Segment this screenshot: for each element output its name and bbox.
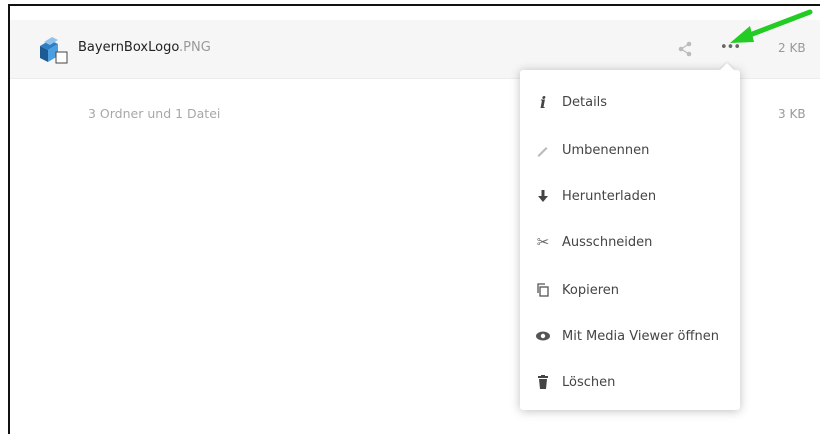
menu-item-label: Mit Media Viewer öffnen [562, 328, 719, 344]
menu-caret [720, 63, 734, 70]
summary-size: 3 KB [778, 107, 806, 121]
menu-item-details[interactable]: i Details [520, 80, 740, 124]
menu-item-delete[interactable]: Löschen [520, 360, 740, 404]
info-icon: i [539, 92, 547, 112]
menu-item-label: Löschen [562, 374, 616, 390]
folder-summary: 3 Ordner und 1 Datei [88, 106, 221, 121]
menu-item-download[interactable]: Herunterladen [520, 174, 740, 218]
pencil-icon [534, 141, 552, 159]
menu-item-label: Kopieren [562, 282, 619, 298]
menu-item-copy[interactable]: Kopieren [520, 268, 740, 312]
copy-icon [534, 281, 552, 299]
menu-item-label: Umbenennen [562, 142, 650, 158]
menu-item-rename[interactable]: Umbenennen [520, 128, 740, 172]
eye-icon [534, 327, 552, 345]
menu-item-label: Ausschneiden [562, 234, 653, 250]
file-extension: .PNG [179, 40, 211, 55]
menu-item-label: Herunterladen [562, 188, 657, 204]
image-file-icon [34, 32, 70, 68]
share-icon[interactable] [676, 40, 694, 58]
menu-item-media-viewer[interactable]: Mit Media Viewer öffnen [520, 314, 740, 358]
file-basename: BayernBoxLogo [78, 40, 180, 55]
trash-icon [534, 373, 552, 391]
download-icon [534, 187, 552, 205]
arrow-annotation-icon [730, 9, 813, 43]
menu-item-label: Details [562, 94, 608, 110]
scissors-icon: ✂ [536, 233, 550, 251]
file-name[interactable]: BayernBoxLogo.PNG [78, 40, 211, 55]
menu-item-cut[interactable]: ✂ Ausschneiden [520, 220, 740, 264]
file-actions-menu: i Details Umbenennen Herunterladen ✂ Aus… [520, 63, 740, 410]
